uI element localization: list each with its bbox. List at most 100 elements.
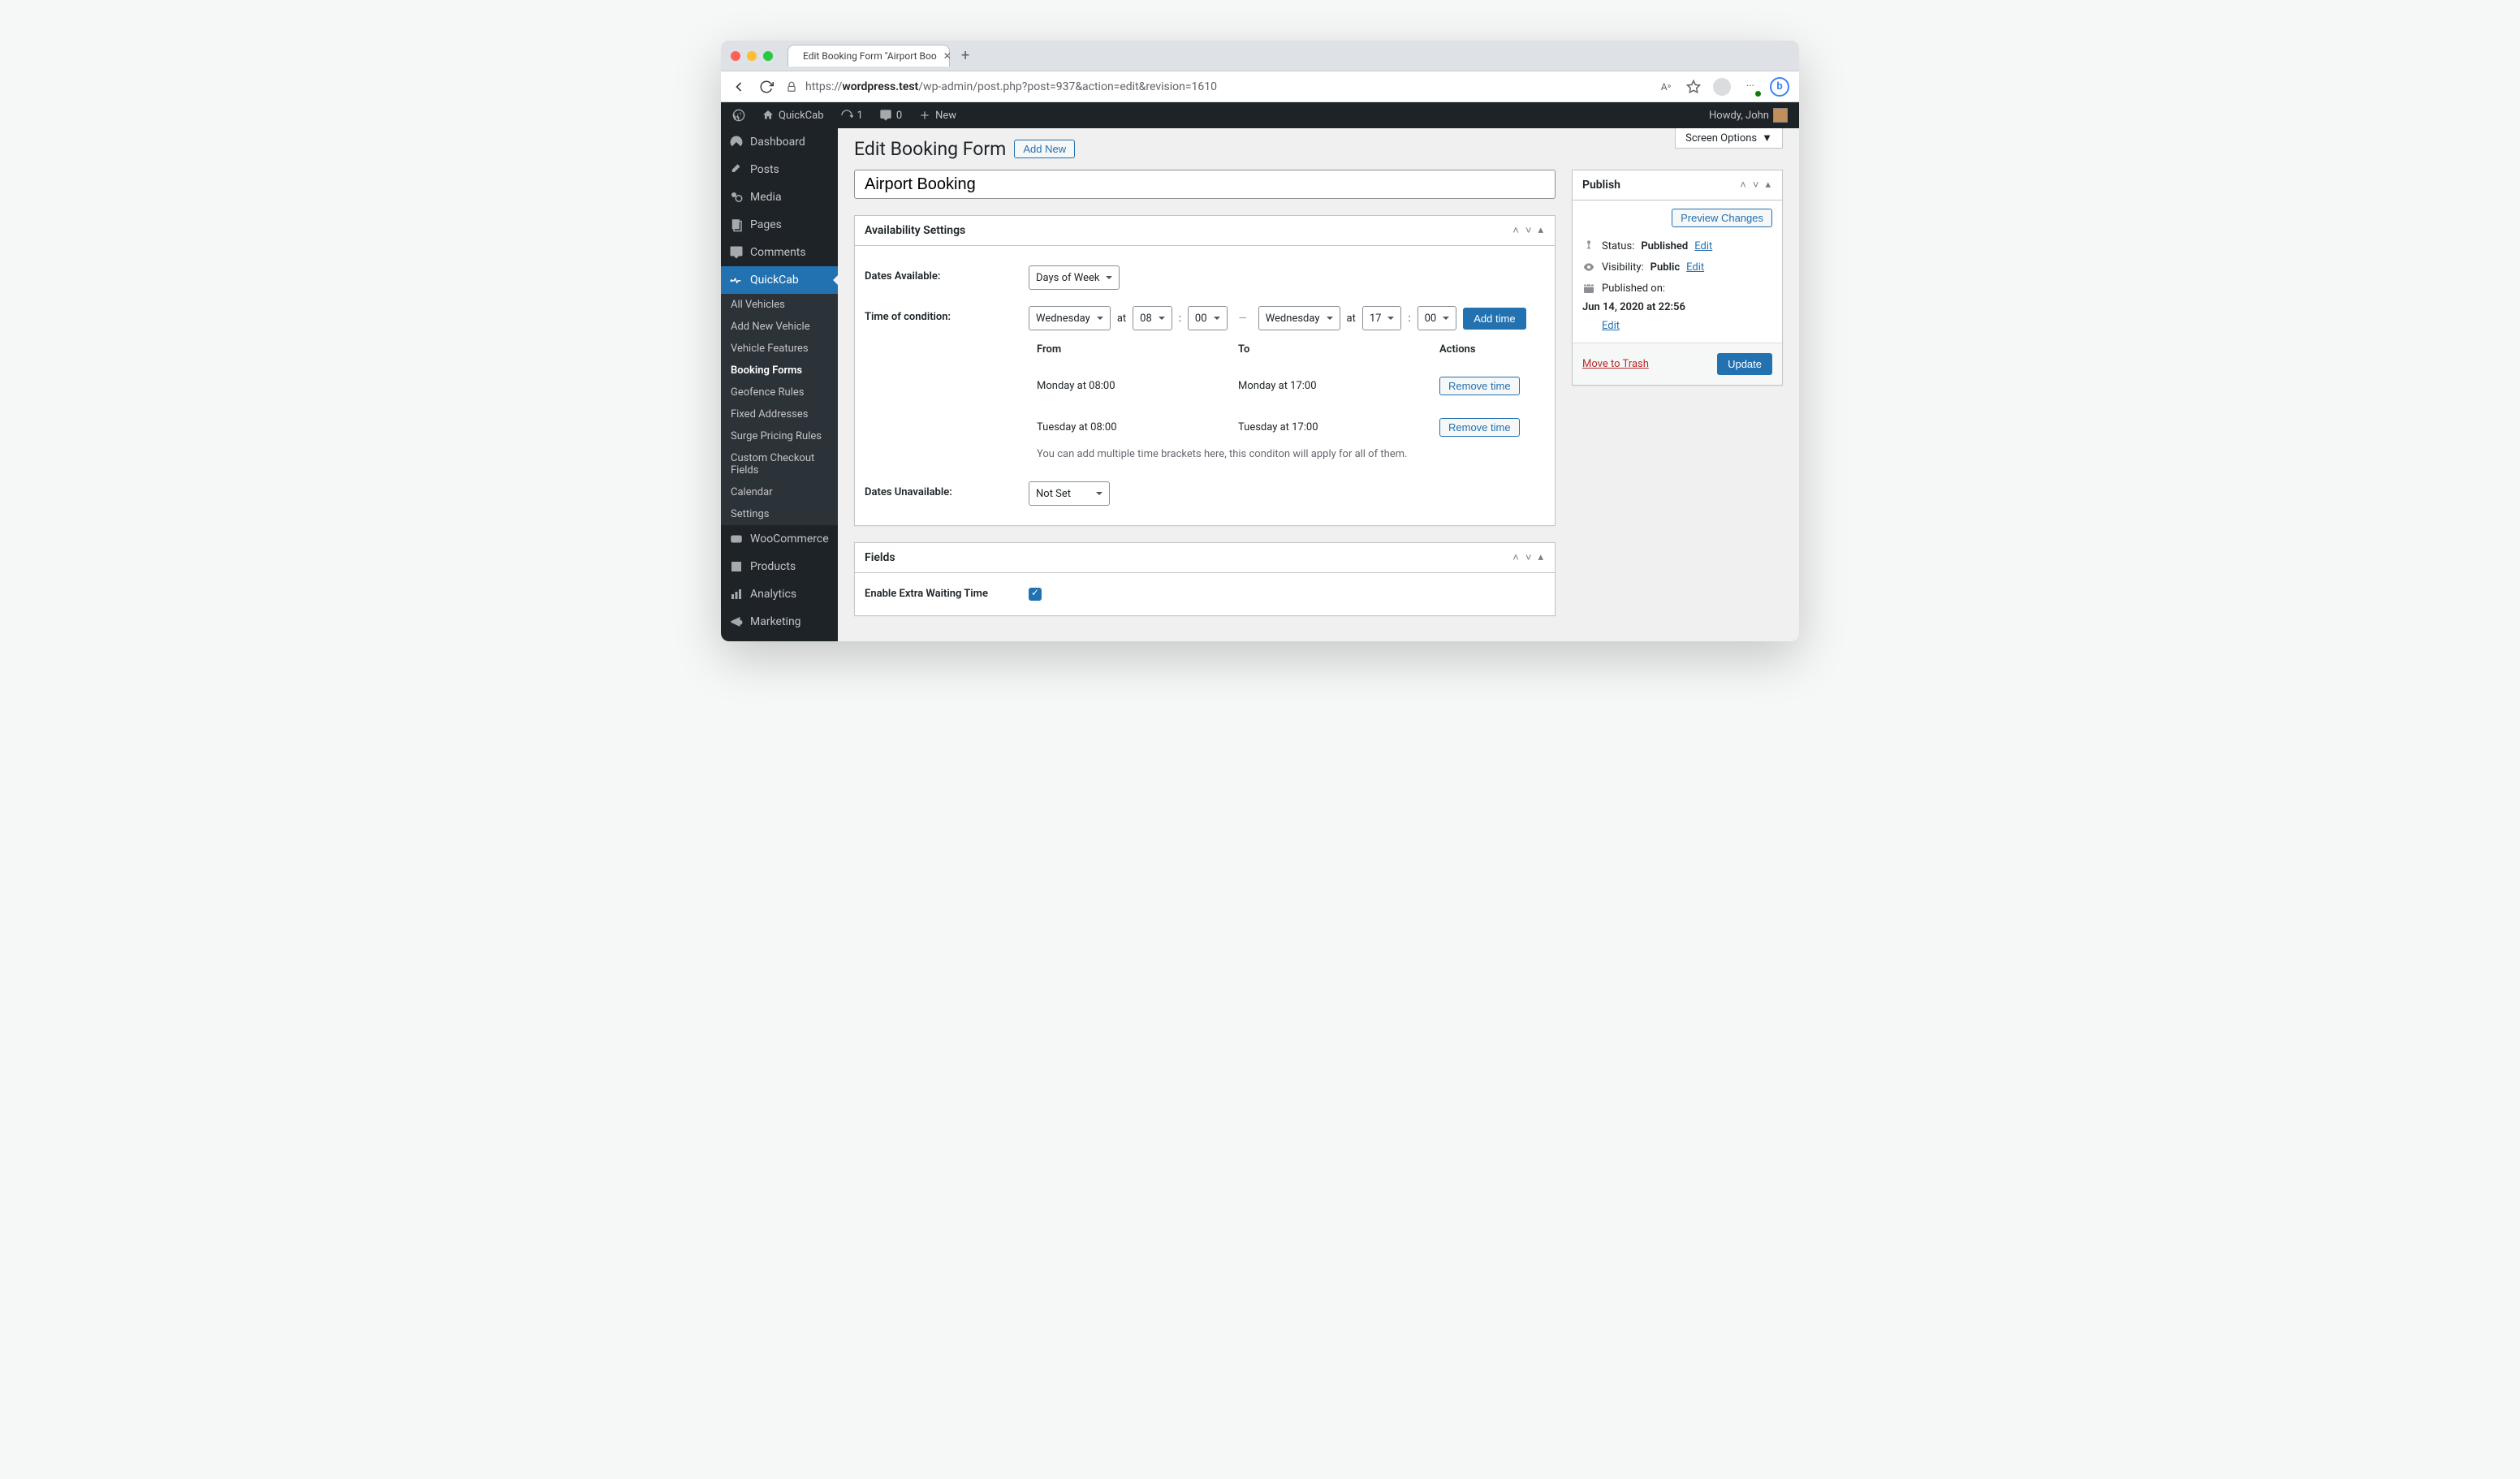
page-title: Edit Booking Form (854, 138, 1006, 160)
sidebar-item-marketing[interactable]: Marketing (721, 608, 838, 636)
sidebar-item-products[interactable]: Products (721, 553, 838, 580)
submenu-add-vehicle[interactable]: Add New Vehicle (721, 316, 838, 338)
tab-title: Edit Booking Form "Airport Boo (803, 50, 937, 62)
new-content-link[interactable]: New (912, 109, 963, 122)
content-area: Screen Options ▼ Edit Booking Form Add N… (838, 128, 1799, 641)
time-hint-text: You can add multiple time brackets here,… (1029, 448, 1545, 465)
waiting-time-label: Enable Extra Waiting Time (865, 588, 1019, 600)
bing-icon[interactable]: b (1770, 77, 1789, 97)
dates-unavailable-label: Dates Unavailable: (865, 481, 1019, 498)
fields-panel-title: Fields (865, 551, 895, 564)
colon-text: : (1179, 313, 1181, 325)
submenu-surge-pricing[interactable]: Surge Pricing Rules (721, 425, 838, 447)
refresh-button[interactable] (758, 79, 775, 95)
reading-mode-icon[interactable]: A» (1658, 79, 1674, 95)
published-value: Jun 14, 2020 at 22:56 (1582, 301, 1685, 313)
sidebar-item-pages[interactable]: Pages (721, 211, 838, 239)
dates-available-select[interactable]: Days of Week (1029, 265, 1120, 290)
address-bar[interactable]: https://wordpress.test/wp-admin/post.php… (786, 80, 1646, 93)
visibility-value: Public (1651, 261, 1680, 274)
pin-icon (1582, 239, 1595, 252)
move-to-trash-link[interactable]: Move to Trash (1582, 358, 1649, 370)
submenu-fixed-addresses[interactable]: Fixed Addresses (721, 403, 838, 425)
to-min-select[interactable]: 00 (1418, 306, 1457, 330)
col-actions-header: Actions (1439, 343, 1537, 356)
move-up-icon[interactable]: ˄ (1511, 551, 1521, 564)
site-name-link[interactable]: QuickCab (755, 109, 831, 122)
submenu-calendar[interactable]: Calendar (721, 481, 838, 503)
add-new-button[interactable]: Add New (1014, 140, 1075, 158)
toggle-panel-icon[interactable]: ▴ (1536, 224, 1545, 237)
user-greeting[interactable]: Howdy, John (1702, 108, 1794, 123)
window-close-button[interactable] (731, 51, 740, 61)
wp-admin-frame: QuickCab 1 0 New Howdy, John Dashboard P… (721, 102, 1799, 641)
publish-panel-header[interactable]: Publish ˄ ˅ ▴ (1573, 170, 1782, 201)
screen-options-toggle[interactable]: Screen Options ▼ (1675, 128, 1783, 149)
eye-icon (1582, 261, 1595, 274)
quickcab-submenu: All Vehicles Add New Vehicle Vehicle Fea… (721, 294, 838, 525)
at-text: at (1117, 313, 1126, 325)
toggle-panel-icon[interactable]: ▴ (1536, 551, 1545, 564)
status-value: Published (1641, 240, 1688, 252)
move-up-icon[interactable]: ˄ (1738, 179, 1748, 192)
sidebar-item-media[interactable]: Media (721, 183, 838, 211)
submenu-all-vehicles[interactable]: All Vehicles (721, 294, 838, 316)
sidebar-item-posts[interactable]: Posts (721, 156, 838, 183)
new-tab-button[interactable]: + (961, 47, 969, 64)
sidebar-item-woocommerce[interactable]: WooCommerce (721, 525, 838, 553)
availability-panel: Availability Settings ˄ ˅ ▴ Dates Availa… (854, 215, 1556, 526)
time-to-value: Tuesday at 17:00 (1238, 421, 1439, 433)
sidebar-item-dashboard[interactable]: Dashboard (721, 128, 838, 156)
move-down-icon[interactable]: ˅ (1751, 179, 1761, 192)
profile-button[interactable] (1713, 78, 1731, 96)
to-hour-select[interactable]: 17 (1362, 306, 1402, 330)
remove-time-button[interactable]: Remove time (1439, 377, 1520, 395)
submenu-booking-forms[interactable]: Booking Forms (721, 360, 838, 382)
update-button[interactable]: Update (1717, 353, 1772, 375)
to-day-select[interactable]: Wednesday (1258, 306, 1340, 330)
comments-link[interactable]: 0 (873, 109, 908, 122)
window-zoom-button[interactable] (763, 51, 773, 61)
edit-visibility-link[interactable]: Edit (1686, 261, 1704, 274)
col-from-header: From (1037, 343, 1238, 356)
wp-logo[interactable] (726, 109, 752, 122)
from-day-select[interactable]: Wednesday (1029, 306, 1111, 330)
sidebar-item-comments[interactable]: Comments (721, 239, 838, 266)
submenu-vehicle-features[interactable]: Vehicle Features (721, 338, 838, 360)
favorite-icon[interactable] (1685, 79, 1702, 95)
updates-link[interactable]: 1 (834, 109, 869, 122)
from-min-select[interactable]: 00 (1188, 306, 1228, 330)
submenu-custom-checkout[interactable]: Custom Checkout Fields (721, 447, 838, 481)
remove-time-button[interactable]: Remove time (1439, 418, 1520, 437)
range-dash: — (1234, 313, 1252, 325)
visibility-label: Visibility: (1602, 261, 1644, 274)
time-to-value: Monday at 17:00 (1238, 380, 1439, 392)
move-down-icon[interactable]: ˅ (1524, 224, 1534, 237)
from-hour-select[interactable]: 08 (1133, 306, 1172, 330)
availability-panel-header[interactable]: Availability Settings ˄ ˅ ▴ (855, 216, 1555, 246)
back-button[interactable] (731, 79, 747, 95)
move-up-icon[interactable]: ˄ (1511, 224, 1521, 237)
status-label: Status: (1602, 240, 1634, 252)
preview-changes-button[interactable]: Preview Changes (1672, 209, 1772, 227)
submenu-settings[interactable]: Settings (721, 503, 838, 525)
time-from-value: Tuesday at 08:00 (1037, 421, 1238, 433)
fields-panel: Fields ˄ ˅ ▴ Enable Extra Waiting Time (854, 542, 1556, 616)
waiting-time-checkbox[interactable] (1029, 588, 1042, 601)
browser-tab[interactable]: Edit Booking Form "Airport Boo ✕ (788, 45, 950, 67)
post-title-input[interactable] (854, 170, 1556, 199)
toggle-panel-icon[interactable]: ▴ (1763, 179, 1772, 192)
move-down-icon[interactable]: ˅ (1524, 551, 1534, 564)
window-minimize-button[interactable] (747, 51, 757, 61)
close-tab-icon[interactable]: ✕ (943, 50, 951, 62)
more-button[interactable]: ··· (1742, 79, 1758, 95)
fields-panel-header[interactable]: Fields ˄ ˅ ▴ (855, 543, 1555, 573)
dates-available-label: Dates Available: (865, 265, 1019, 282)
submenu-geofence-rules[interactable]: Geofence Rules (721, 382, 838, 403)
sidebar-item-quickcab[interactable]: QuickCab (721, 266, 838, 294)
edit-status-link[interactable]: Edit (1694, 240, 1712, 252)
edit-date-link[interactable]: Edit (1602, 320, 1772, 332)
dates-unavailable-select[interactable]: Not Set (1029, 481, 1110, 506)
add-time-button[interactable]: Add time (1463, 308, 1525, 330)
sidebar-item-analytics[interactable]: Analytics (721, 580, 838, 608)
